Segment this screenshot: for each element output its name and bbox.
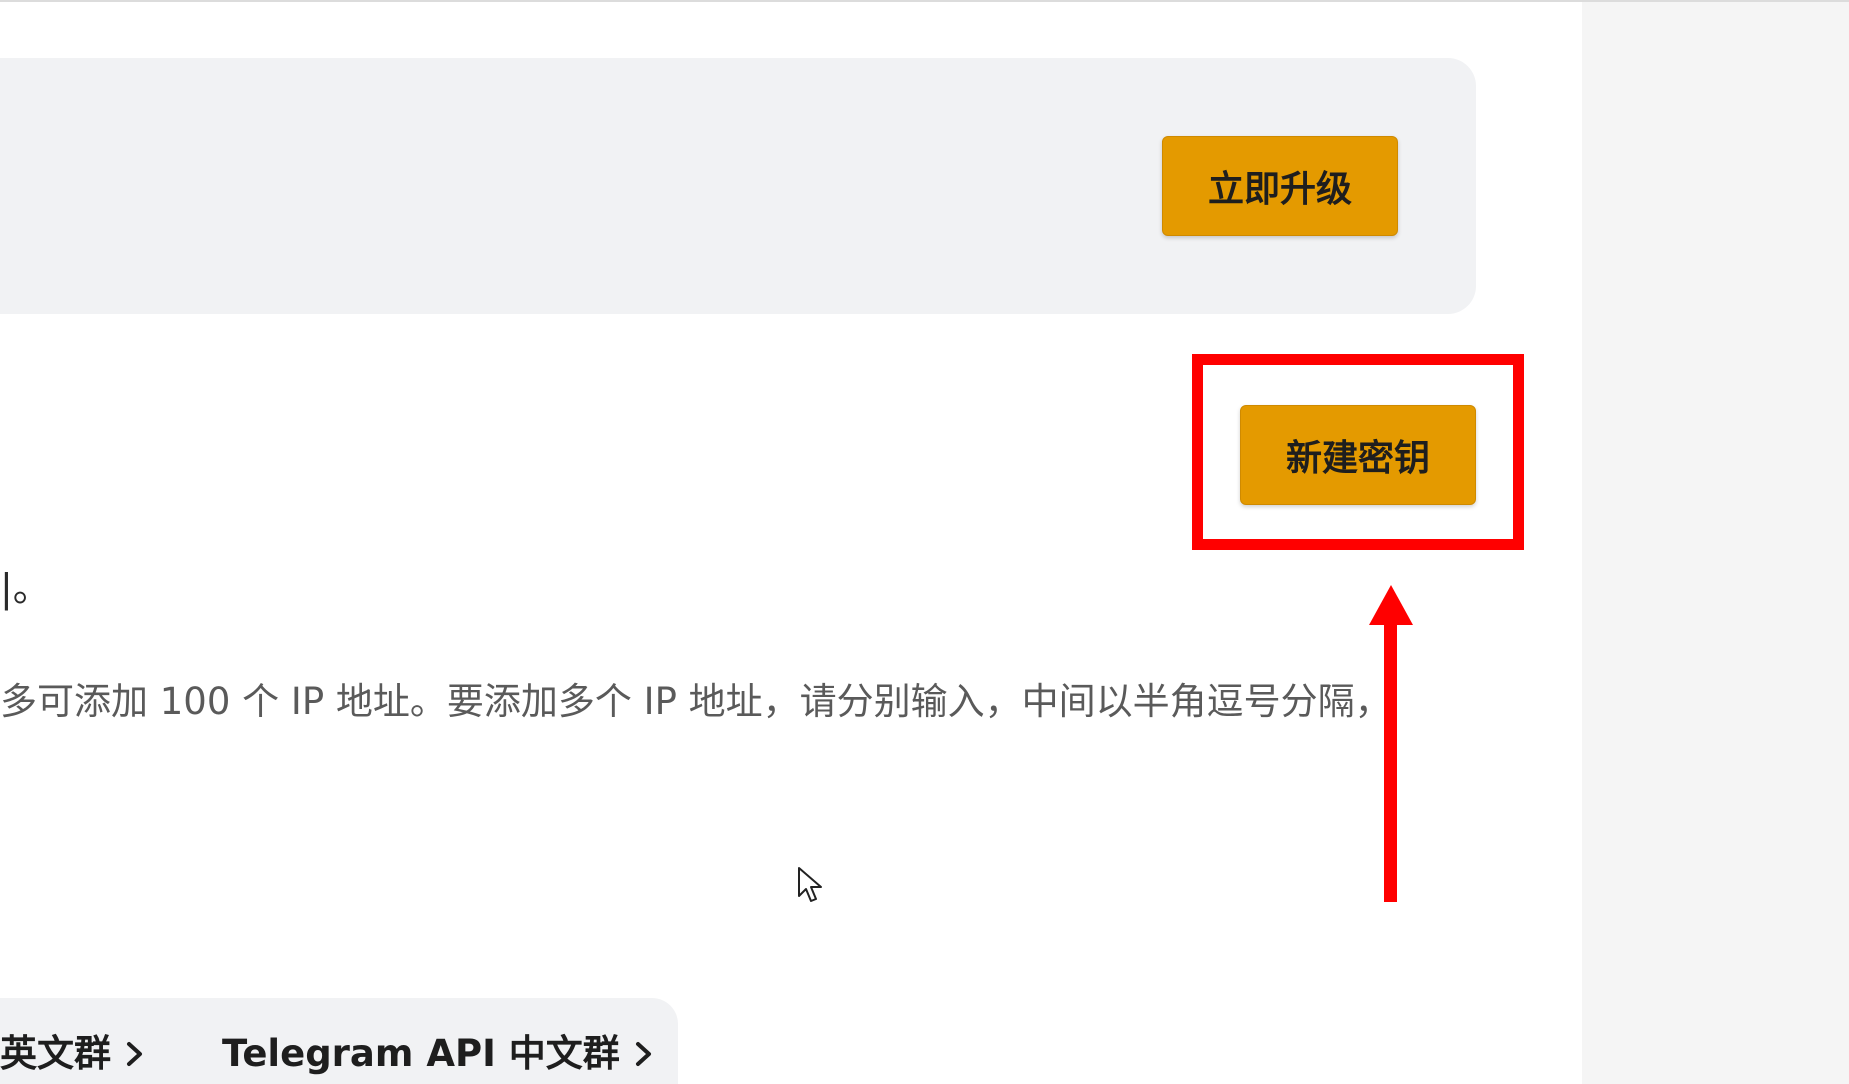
footer-link-english-group[interactable]: 英文群 xyxy=(0,1030,149,1078)
footer-link-label: Telegram API 中文群 xyxy=(222,1032,620,1075)
upgrade-now-button[interactable]: 立即升级 xyxy=(1162,136,1398,236)
footer-link-label: 英文群 xyxy=(0,1032,111,1075)
right-side-panel xyxy=(1582,2,1849,1084)
page: 立即升级 新建密钥 |。 多可添加 100 个 IP 地址。要添加多个 IP 地… xyxy=(0,0,1849,1084)
chevron-right-icon xyxy=(127,1042,142,1066)
annotation-arrow-head xyxy=(1369,585,1413,625)
annotation-arrow-shaft xyxy=(1384,620,1397,902)
mouse-cursor-icon xyxy=(798,867,822,902)
ip-whitelist-description: 多可添加 100 个 IP 地址。要添加多个 IP 地址，请分别输入，中间以半角… xyxy=(0,680,1392,723)
chevron-right-icon xyxy=(635,1042,651,1066)
footer-link-telegram-chinese-group[interactable]: Telegram API 中文群 xyxy=(222,1030,658,1078)
annotation-highlight-box xyxy=(1192,354,1524,550)
top-border xyxy=(0,0,1849,2)
truncated-text-line: |。 xyxy=(0,566,51,610)
